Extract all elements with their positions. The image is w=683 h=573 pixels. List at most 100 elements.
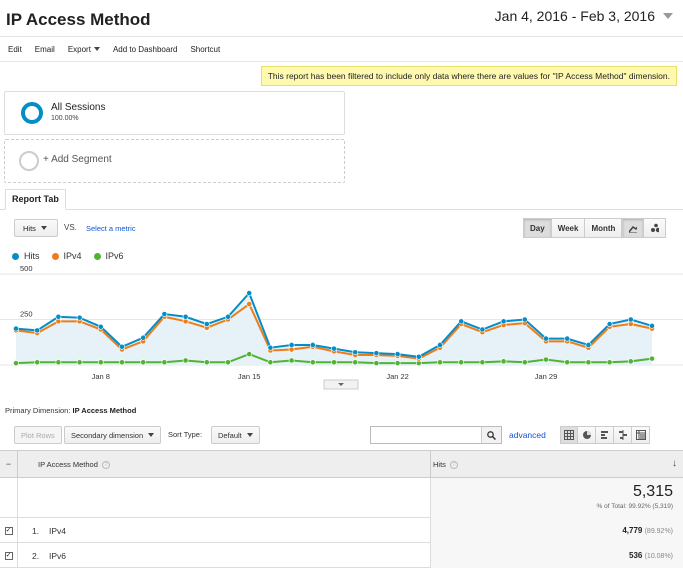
add-segment-label: + Add Segment (43, 154, 112, 165)
week-button[interactable]: Week (551, 218, 586, 238)
sort-type-dropdown[interactable]: Default (211, 426, 260, 444)
performance-view-button[interactable] (596, 426, 614, 444)
data-point-hits (437, 342, 443, 348)
data-point-hits (564, 335, 571, 342)
x-tick-label: Jan 29 (535, 372, 558, 381)
line-chart-button[interactable] (622, 218, 644, 238)
metric-selector[interactable]: Hits (14, 219, 58, 237)
line-chart: 500 250 Jan 8 Jan 15 Jan 22 Jan 29 (0, 266, 683, 390)
plot-rows-button[interactable]: Plot Rows (14, 426, 62, 444)
tab-report[interactable]: Report Tab (5, 189, 66, 210)
data-point-hits (649, 322, 655, 329)
legend-item-ipv4[interactable]: IPv4 (51, 251, 82, 261)
data-point-ipv6 (458, 359, 465, 366)
row-number: 1. (32, 526, 40, 536)
legend-item-ipv6[interactable]: IPv6 (93, 251, 124, 261)
tab-divider (0, 209, 683, 210)
row-hits-value: 536 (629, 551, 643, 560)
row-checkbox[interactable]: ✓ (4, 526, 13, 535)
legend-dot-icon (93, 252, 101, 260)
x-tick-label: Jan 15 (238, 372, 261, 381)
chevron-down-icon (40, 226, 47, 230)
legend-dot-icon (12, 252, 19, 260)
vs-label: VS. (64, 223, 77, 232)
sort-type-value: Default (218, 430, 242, 440)
legend-item-hits[interactable]: Hits (12, 251, 40, 261)
row-hits-percent: (89.92%) (644, 528, 673, 535)
table-search-input[interactable] (370, 426, 502, 444)
pivot-view-button[interactable] (632, 426, 650, 444)
data-point-hits (500, 318, 507, 325)
select-metric-link[interactable]: Select a metric (86, 224, 136, 233)
legend-dot-icon (51, 252, 59, 260)
data-point-ipv6 (309, 359, 316, 366)
table-row: ✓ 2. IPv6 536 (10.08%) (0, 543, 683, 568)
data-view-button[interactable] (560, 426, 578, 444)
data-point-ipv6 (331, 359, 337, 366)
add-segment-button[interactable]: + Add Segment (4, 139, 345, 183)
data-point-hits (267, 344, 274, 351)
data-point-hits (34, 327, 41, 334)
primary-dimension: Primary Dimension: IP Access Method (5, 406, 136, 415)
data-point-ipv6 (76, 359, 83, 366)
date-range-selector[interactable]: Jan 4, 2016 - Feb 3, 2016 (495, 8, 673, 24)
data-point-ipv6 (225, 359, 231, 366)
line-chart-icon (629, 225, 637, 233)
data-point-ipv6 (97, 359, 104, 366)
data-point-hits (543, 335, 549, 342)
column-header-hits[interactable]: Hits? ↓ (430, 451, 683, 477)
segment-all-sessions[interactable]: All Sessions 100.00% (4, 91, 345, 135)
select-all-toggle[interactable]: − (0, 451, 18, 477)
report-toolbar: Edit Email Export Add to Dashboard Short… (0, 36, 683, 62)
sort-descending-icon[interactable]: ↓ (672, 458, 677, 469)
advanced-filter-link[interactable]: advanced (509, 430, 546, 440)
y-tick-label: 500 (20, 266, 33, 273)
data-point-ipv6 (606, 359, 613, 366)
data-point-hits (627, 316, 634, 323)
secondary-dimension-label: Secondary dimension (71, 430, 144, 440)
date-range-text: Jan 4, 2016 - Feb 3, 2016 (494, 8, 655, 24)
filter-notice: This report has been filtered to include… (260, 66, 677, 86)
row-checkbox[interactable]: ✓ (4, 551, 13, 560)
comparison-view-button[interactable] (614, 426, 632, 444)
column-header-dimension[interactable]: IP Access Method? (38, 460, 110, 470)
data-point-ipv6 (34, 359, 41, 366)
email-button[interactable]: Email (35, 45, 55, 54)
data-point-hits (182, 313, 189, 320)
data-point-hits (140, 334, 147, 341)
shortcut-button[interactable]: Shortcut (190, 45, 220, 54)
data-point-hits (606, 321, 613, 327)
search-button[interactable] (481, 427, 501, 443)
x-tick-label: Jan 22 (386, 372, 409, 381)
data-point-ipv6 (13, 360, 19, 367)
add-to-dashboard-button[interactable]: Add to Dashboard (113, 45, 178, 54)
month-button[interactable]: Month (585, 218, 623, 238)
row-dimension-value[interactable]: IPv4 (49, 526, 66, 536)
primary-dimension-value[interactable]: IP Access Method (73, 406, 137, 415)
percentage-view-button[interactable] (578, 426, 596, 444)
motion-chart-button[interactable] (644, 218, 666, 238)
search-icon (487, 430, 496, 440)
export-button[interactable]: Export (68, 45, 100, 54)
bubble-chart-icon (651, 223, 659, 233)
row-hits-value: 4,779 (622, 526, 643, 535)
row-select-cell: ✓ (0, 543, 18, 568)
chevron-down-icon (246, 433, 253, 437)
row-hits-cell: 536 (10.08%) (430, 543, 683, 568)
chevron-down-icon[interactable] (663, 13, 673, 19)
total-hits-value: 5,315 (632, 483, 673, 500)
secondary-dimension-dropdown[interactable]: Secondary dimension (64, 426, 162, 444)
data-point-hits (55, 313, 62, 320)
help-icon[interactable]: ? (101, 461, 110, 470)
row-hits-cell: 4,779 (89.92%) (430, 518, 683, 543)
help-icon[interactable]: ? (449, 461, 458, 470)
edit-button[interactable]: Edit (8, 45, 22, 54)
data-point-hits (458, 318, 465, 325)
table-row: ✓ 1. IPv4 4,779 (89.92%) (0, 518, 683, 543)
data-point-hits (479, 326, 486, 333)
data-point-ipv6 (521, 359, 528, 366)
day-button[interactable]: Day (523, 218, 552, 238)
row-dimension-value[interactable]: IPv6 (49, 551, 66, 561)
data-point-hits (521, 316, 528, 323)
data-point-hits (119, 343, 125, 350)
